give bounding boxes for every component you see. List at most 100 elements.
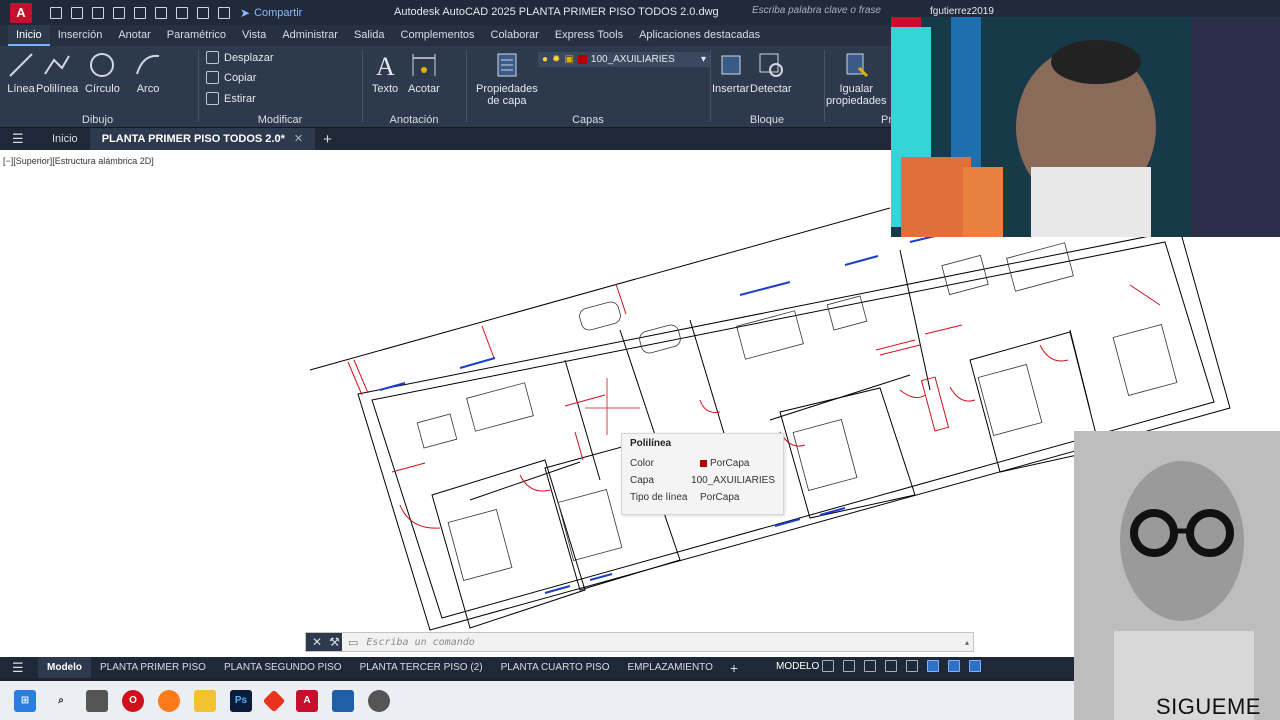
line-label: Línea: [7, 83, 35, 95]
search-input[interactable]: Escriba palabra clave o frase: [752, 5, 902, 20]
tab-planta-primer-piso[interactable]: PLANTA PRIMER PISO: [91, 657, 215, 678]
new-file-icon[interactable]: [50, 6, 62, 19]
wrench-icon[interactable]: ⚒: [329, 635, 340, 649]
panel-title-modificar[interactable]: Modificar: [200, 114, 360, 126]
tab-parametrico[interactable]: Paramétrico: [159, 25, 234, 46]
save-as-icon[interactable]: [113, 6, 125, 19]
autocad-icon[interactable]: A: [296, 689, 318, 712]
tab-salida[interactable]: Salida: [346, 25, 393, 46]
share-label: Compartir: [254, 6, 303, 19]
tab-planta-cuarto-piso[interactable]: PLANTA CUARTO PISO: [492, 657, 619, 678]
ribbon-divider: [710, 50, 711, 122]
tab-planta-tercer-piso[interactable]: PLANTA TERCER PISO (2): [351, 657, 492, 678]
tab-express-tools[interactable]: Express Tools: [547, 25, 631, 46]
chrome-icon[interactable]: [368, 689, 390, 712]
layer-dropdown[interactable]: ● ✹ ▣ 100_AXUILIARIES ▾: [538, 52, 710, 67]
tab-insercion[interactable]: Inserción: [50, 25, 111, 46]
panel-title-bloque[interactable]: Bloque: [712, 114, 822, 126]
autocad-window: A ➤ Compartir Autodesk AutoCAD 2025 PLAN…: [0, 0, 1280, 720]
panel-bloque: Insertar Detectar Bloque: [712, 46, 822, 128]
menu-icon[interactable]: ☰: [12, 660, 26, 676]
plot-icon[interactable]: [176, 6, 188, 19]
panel-title-dibujo[interactable]: Dibujo: [0, 114, 195, 126]
tab-aplicaciones-destacadas[interactable]: Aplicaciones destacadas: [631, 25, 768, 46]
stretch-label: Estirar: [224, 92, 256, 105]
move-button[interactable]: Desplazar: [206, 51, 274, 64]
file-explorer-icon[interactable]: [194, 689, 216, 712]
tab-modelo[interactable]: Modelo: [38, 657, 91, 678]
circle-button[interactable]: Círculo: [85, 50, 120, 95]
upload-icon[interactable]: [134, 6, 146, 19]
sketchup-icon[interactable]: [332, 689, 354, 712]
photoshop-icon[interactable]: Ps: [230, 689, 252, 712]
polyline-button[interactable]: Polilínea: [36, 50, 78, 95]
tab-inicio[interactable]: Inicio: [8, 25, 50, 46]
tab-anotar[interactable]: Anotar: [110, 25, 158, 46]
arc-button[interactable]: Arco: [133, 50, 163, 95]
portrait-image: [1074, 431, 1280, 720]
firefox-icon[interactable]: [158, 689, 180, 712]
tab-colaborar[interactable]: Colaborar: [483, 25, 547, 46]
detect-label: Detectar: [750, 83, 792, 95]
quick-access-toolbar: [50, 6, 230, 19]
snap-icon[interactable]: [843, 660, 855, 672]
close-icon[interactable]: ✕: [312, 635, 322, 649]
tab-drawing[interactable]: PLANTA PRIMER PISO TODOS 2.0* ✕: [89, 128, 316, 150]
panel-title-propiedades[interactable]: Pr: [826, 114, 892, 126]
isodraft-icon[interactable]: [906, 660, 918, 672]
current-layer-name: 100_AXUILIARIES: [590, 54, 675, 65]
save-icon[interactable]: [92, 6, 104, 19]
command-input[interactable]: Escriba un comando: [366, 637, 474, 648]
app-icon[interactable]: [262, 689, 286, 712]
dimension-button[interactable]: Acotar: [408, 50, 440, 95]
selection-cycling-icon[interactable]: [948, 660, 960, 672]
user-name[interactable]: fgutierrez2019: [930, 6, 994, 17]
polar-icon[interactable]: [885, 660, 897, 672]
panel-title-anotacion[interactable]: Anotación: [364, 114, 464, 126]
autocad-logo[interactable]: A: [10, 2, 32, 23]
tab-home[interactable]: Inicio: [40, 128, 90, 150]
tooltip-value: PorCapa: [710, 458, 750, 469]
tab-vista[interactable]: Vista: [234, 25, 274, 46]
detect-button[interactable]: Detectar: [750, 50, 792, 95]
tab-emplazamiento[interactable]: EMPLAZAMIENTO: [619, 657, 722, 678]
menu-icon[interactable]: ☰: [12, 131, 26, 147]
open-file-icon[interactable]: [71, 6, 83, 19]
share-button[interactable]: ➤ Compartir: [240, 6, 302, 20]
insert-button[interactable]: Insertar: [712, 50, 749, 95]
line-button[interactable]: Línea: [6, 50, 36, 95]
tab-administrar[interactable]: Administrar: [274, 25, 346, 46]
add-tab-icon[interactable]: +: [323, 131, 332, 148]
add-layout-icon[interactable]: +: [730, 660, 738, 676]
tab-planta-segundo-piso[interactable]: PLANTA SEGUNDO PISO: [215, 657, 351, 678]
task-view-icon[interactable]: [86, 689, 108, 712]
chevron-up-icon[interactable]: ▴: [965, 638, 969, 647]
opera-icon[interactable]: O: [122, 689, 144, 712]
object-snap-tracking-icon[interactable]: [927, 660, 939, 672]
insert-icon: [721, 55, 741, 75]
annotation-scale-icon[interactable]: [969, 660, 981, 672]
polyline-label: Polilínea: [36, 83, 79, 95]
close-icon[interactable]: ✕: [294, 133, 303, 145]
chevron-down-icon: ▾: [700, 54, 706, 65]
grid-icon[interactable]: [822, 660, 834, 672]
text-button[interactable]: A Texto: [370, 50, 400, 95]
ribbon-divider: [466, 50, 467, 122]
panel-propiedades: Igualar propiedades Pr: [826, 46, 892, 128]
tooltip-key: Tipo de línea: [630, 492, 688, 503]
share-icon[interactable]: [155, 6, 167, 19]
stretch-button[interactable]: Estirar: [206, 92, 256, 105]
tab-complementos[interactable]: Complementos: [393, 25, 483, 46]
dimension-icon: [412, 54, 436, 76]
copy-button[interactable]: Copiar: [206, 71, 256, 84]
windows-icon[interactable]: ⊞: [14, 689, 36, 712]
panel-title-capas[interactable]: Capas: [468, 114, 708, 126]
follow-caption: SIGUEME :3: [1156, 694, 1261, 719]
undo-icon[interactable]: [197, 6, 209, 19]
ortho-icon[interactable]: [864, 660, 876, 672]
search-icon[interactable]: ⌕: [50, 690, 72, 712]
model-space-status[interactable]: MODELO: [776, 661, 819, 672]
layer-properties-button[interactable]: Propiedades de capa: [476, 50, 538, 107]
match-properties-button[interactable]: Igualar propiedades: [826, 50, 887, 107]
redo-icon[interactable]: [218, 6, 230, 19]
